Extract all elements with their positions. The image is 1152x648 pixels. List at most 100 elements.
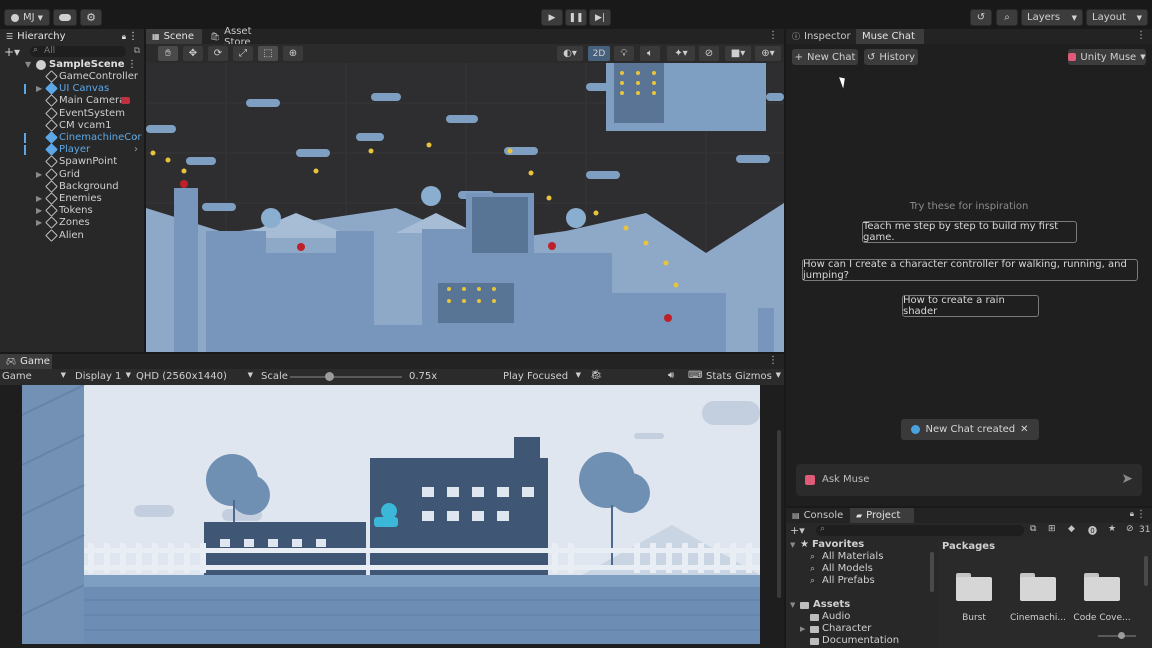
rect-tool-button[interactable]: ⬚: [258, 46, 278, 61]
filter-icon[interactable]: ⧉: [1030, 524, 1036, 534]
hierarchy-item[interactable]: CM vcam1: [0, 118, 143, 132]
transform-tool-button[interactable]: ⊕: [283, 46, 303, 61]
assets-row[interactable]: ▼ Assets: [786, 599, 936, 611]
favorite-item[interactable]: ⌕ All Prefabs: [786, 575, 936, 587]
ask-muse-input[interactable]: Ask Muse ➤: [796, 464, 1142, 496]
history-button[interactable]: ↺ History: [864, 49, 918, 65]
play-button[interactable]: ▶: [541, 9, 563, 26]
gizmos-dropdown[interactable]: Gizmos ▼: [735, 371, 781, 382]
suggestion-chip[interactable]: Teach me step by step to build my first …: [862, 221, 1077, 243]
account-dropdown[interactable]: MJ ▼: [4, 9, 50, 26]
speaker-icon[interactable]: 🔊︎: [668, 370, 674, 381]
lighting-toggle[interactable]: 💡︎: [614, 46, 634, 61]
breadcrumb[interactable]: Packages: [942, 541, 995, 552]
stats-button[interactable]: Stats: [706, 371, 732, 382]
draw-mode-dropdown[interactable]: ◐▾: [557, 46, 583, 61]
tab-asset-store[interactable]: 🛍︎ Asset Store: [204, 26, 284, 48]
hierarchy-item[interactable]: Alien: [0, 228, 143, 242]
zoom-slider-thumb[interactable]: [1118, 632, 1125, 639]
hierarchy-item[interactable]: Background: [0, 179, 143, 193]
project-content-scrollbar[interactable]: [1144, 556, 1148, 586]
hierarchy-item[interactable]: GameController: [0, 70, 143, 83]
hierarchy-item[interactable]: Player ›: [0, 143, 143, 157]
tab-inspector[interactable]: ⓘ Inspector: [786, 29, 856, 44]
scene-visibility-icon[interactable]: ⧉: [134, 46, 140, 56]
package-folder[interactable]: Burst: [944, 565, 1004, 625]
2d-toggle[interactable]: 2D: [588, 46, 610, 61]
hierarchy-item[interactable]: ▶ Zones: [0, 216, 143, 230]
add-icon[interactable]: +▾: [790, 524, 805, 537]
tab-muse-chat[interactable]: Muse Chat: [856, 29, 924, 44]
more-options-icon[interactable]: ⋮: [768, 30, 778, 41]
asset-folder-item[interactable]: ▶ Character: [786, 623, 936, 635]
scene-viewport[interactable]: [146, 63, 784, 352]
camera-dropdown[interactable]: ■▾: [725, 46, 751, 61]
more-options-icon[interactable]: ⋮: [128, 31, 138, 42]
type-filter-icon[interactable]: ⊞: [1048, 524, 1056, 534]
favorite-item[interactable]: ⌕ All Models: [786, 563, 936, 575]
display-dropdown[interactable]: Display 1 ▼: [75, 371, 131, 382]
hierarchy-item[interactable]: CinemachineCor ›: [0, 131, 143, 144]
step-button[interactable]: ▶|: [589, 9, 611, 26]
move-tool-button[interactable]: ✥: [183, 46, 203, 61]
unity-muse-dropdown[interactable]: Unity Muse ▼: [1068, 49, 1146, 65]
bug-icon[interactable]: 🐞︎: [590, 370, 603, 381]
chevron-right-icon[interactable]: ▶: [36, 193, 42, 205]
asset-folder-item[interactable]: Audio: [786, 611, 936, 623]
chevron-right-icon[interactable]: ▶: [36, 83, 42, 95]
hierarchy-item[interactable]: ▶ Enemies: [0, 192, 143, 205]
scale-slider-thumb[interactable]: [325, 372, 335, 381]
hierarchy-item[interactable]: Main Camera: [0, 94, 143, 108]
hierarchy-item[interactable]: ▶ UI Canvas: [0, 82, 143, 96]
chevron-right-icon[interactable]: ›: [134, 144, 138, 156]
chevron-right-icon[interactable]: ▶: [800, 623, 805, 635]
game-viewport[interactable]: [22, 385, 760, 644]
send-icon[interactable]: ➤: [1121, 471, 1133, 487]
pause-button[interactable]: ❚❚: [565, 9, 587, 26]
gizmos-dropdown[interactable]: ⊕▾: [755, 46, 781, 61]
cloud-button[interactable]: [53, 9, 77, 26]
scale-slider[interactable]: [290, 372, 402, 381]
more-options-icon[interactable]: ⋮: [1136, 30, 1146, 41]
label-filter-icon[interactable]: ◆: [1068, 524, 1075, 534]
favorite-item[interactable]: ⌕ All Materials: [786, 551, 936, 563]
asset-folder-item[interactable]: Documentation: [786, 635, 936, 647]
game-scrollbar[interactable]: [777, 430, 781, 598]
chevron-right-icon[interactable]: ▶: [36, 169, 42, 181]
star-icon[interactable]: ★: [1108, 524, 1116, 534]
more-options-icon[interactable]: ⋮: [1136, 509, 1146, 520]
hierarchy-item[interactable]: ▶ Grid: [0, 167, 143, 181]
chevron-right-icon[interactable]: ▶: [36, 205, 42, 217]
services-button[interactable]: ⚙: [80, 9, 102, 26]
tab-project[interactable]: ▰ Project: [850, 508, 914, 523]
favorites-row[interactable]: ▼ ★ Favorites: [786, 539, 936, 551]
hand-tool-button[interactable]: ✋︎: [158, 46, 178, 61]
tab-hierarchy[interactable]: ☰ Hierarchy 🔒︎ ⋮: [0, 29, 144, 44]
lock-icon[interactable]: 🔒︎: [1130, 509, 1134, 519]
layers-dropdown[interactable]: Layers ▼: [1021, 9, 1083, 26]
hidden-count-icon[interactable]: ⊘: [1126, 524, 1134, 534]
more-options-icon[interactable]: ⋮: [768, 355, 778, 366]
package-folder[interactable]: Code Cove...: [1072, 565, 1132, 625]
play-focus-dropdown[interactable]: Play Focused ▼: [503, 371, 581, 382]
tab-console[interactable]: ▤ Console: [786, 508, 848, 523]
history-button[interactable]: ↺: [970, 9, 992, 26]
suggestion-chip[interactable]: How to create a rain shader: [902, 295, 1039, 317]
game-mode-dropdown[interactable]: Game ▼: [2, 371, 66, 382]
project-tree-scrollbar[interactable]: [930, 552, 934, 592]
zoom-slider[interactable]: [1098, 632, 1136, 639]
close-icon[interactable]: ✕: [1020, 424, 1028, 435]
new-chat-button[interactable]: + New Chat: [792, 49, 858, 65]
effects-dropdown[interactable]: ✦▾: [667, 46, 695, 61]
layout-dropdown[interactable]: Layout ▼: [1086, 9, 1148, 26]
audio-toggle[interactable]: 🔈︎: [640, 46, 660, 61]
hierarchy-item[interactable]: ▶ Tokens: [0, 204, 143, 218]
hierarchy-item[interactable]: EventSystem: [0, 106, 143, 120]
scale-tool-button[interactable]: ⤢: [233, 46, 253, 61]
warning-icon[interactable]: ⓿: [1088, 524, 1097, 537]
search-button[interactable]: ⌕: [996, 9, 1018, 26]
hidden-objects-toggle[interactable]: ⊘: [699, 46, 719, 61]
add-icon[interactable]: +▾: [4, 45, 20, 59]
package-folder[interactable]: Cinemachi...: [1008, 565, 1068, 625]
hierarchy-item[interactable]: SpawnPoint: [0, 155, 143, 169]
